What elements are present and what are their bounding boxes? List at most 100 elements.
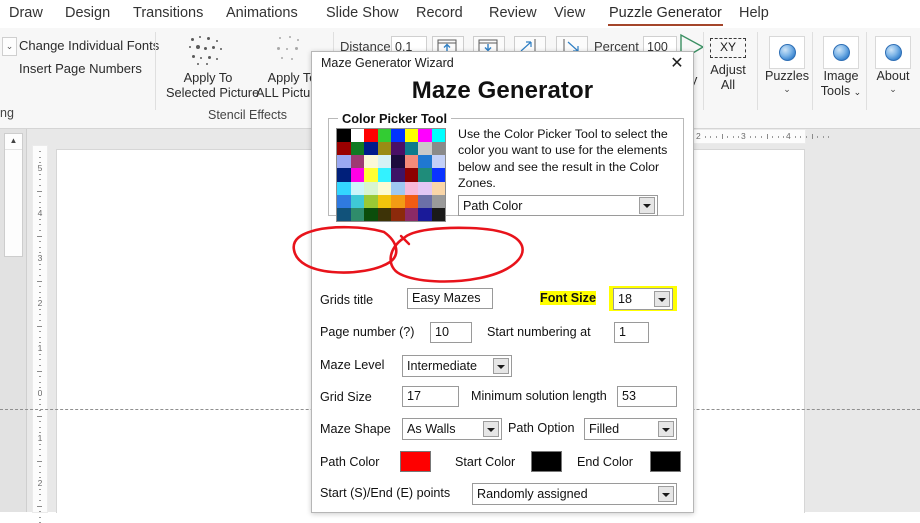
image-tools-button[interactable]: Image Tools ⌄ (812, 36, 870, 100)
color-swatch[interactable] (364, 168, 378, 182)
color-swatch[interactable] (337, 155, 351, 169)
path-option-select[interactable]: Filled (584, 418, 677, 440)
color-swatch[interactable] (377, 155, 391, 169)
color-swatch[interactable] (364, 194, 378, 208)
color-swatch[interactable] (404, 155, 418, 169)
about-button[interactable]: About ⌄ (864, 36, 920, 94)
color-swatch[interactable] (391, 142, 405, 156)
tab-record[interactable]: Record (415, 0, 464, 28)
puzzles-button[interactable]: Puzzles ⌄ (758, 36, 816, 94)
color-swatch[interactable] (391, 155, 405, 169)
color-swatch[interactable] (337, 194, 351, 208)
color-swatch[interactable] (418, 168, 432, 182)
color-swatch[interactable] (377, 194, 391, 208)
path-color-swatch[interactable] (400, 451, 431, 472)
color-swatch[interactable] (431, 207, 445, 221)
thumbnail-scrollbar[interactable]: ▲ (4, 133, 23, 257)
tab-slide-show[interactable]: Slide Show (325, 0, 400, 28)
color-swatch[interactable] (431, 155, 445, 169)
end-color-swatch[interactable] (650, 451, 681, 472)
color-swatch-grid[interactable] (336, 128, 446, 222)
tab-view[interactable]: View (553, 0, 586, 28)
color-swatch[interactable] (418, 129, 432, 143)
color-swatch[interactable] (418, 207, 432, 221)
chevron-down-icon[interactable] (639, 197, 655, 214)
color-swatch[interactable] (404, 168, 418, 182)
maze-shape-select[interactable]: As Walls (402, 418, 502, 440)
color-swatch[interactable] (350, 155, 364, 169)
color-swatch[interactable] (377, 168, 391, 182)
color-swatch[interactable] (404, 129, 418, 143)
color-swatch[interactable] (364, 155, 378, 169)
color-swatch[interactable] (364, 129, 378, 143)
chevron-down-icon[interactable] (654, 291, 670, 307)
start-end-points-select[interactable]: Randomly assigned (472, 483, 677, 505)
grid-size-input[interactable]: 17 (402, 386, 459, 407)
color-zone-select[interactable]: Path Color (458, 195, 658, 216)
color-swatch[interactable] (337, 142, 351, 156)
color-swatch[interactable] (418, 181, 432, 195)
color-swatch[interactable] (350, 181, 364, 195)
color-swatch[interactable] (431, 181, 445, 195)
chevron-down-icon[interactable] (658, 421, 674, 437)
change-individual-fonts-button[interactable]: Change Individual Fonts (19, 38, 159, 53)
grids-title-input[interactable]: Easy Mazes (407, 288, 493, 309)
color-swatch[interactable] (364, 181, 378, 195)
color-swatch[interactable] (377, 129, 391, 143)
color-swatch[interactable] (431, 142, 445, 156)
color-swatch[interactable] (404, 207, 418, 221)
color-swatch[interactable] (350, 129, 364, 143)
tab-animations[interactable]: Animations (225, 0, 299, 28)
color-swatch[interactable] (391, 168, 405, 182)
dialog-titlebar[interactable]: Maze Generator Wizard ✕ (312, 52, 693, 77)
close-icon[interactable]: ✕ (667, 55, 687, 74)
color-swatch[interactable] (418, 155, 432, 169)
image-tools-caret-icon[interactable]: ⌄ (854, 87, 862, 97)
tab-review[interactable]: Review (488, 0, 538, 28)
start-numbering-input[interactable]: 1 (614, 322, 649, 343)
maze-level-select[interactable]: Intermediate (402, 355, 512, 377)
vertical-ruler[interactable]: 5 4 3 2 1 0 1 2 (32, 145, 48, 523)
color-swatch[interactable] (391, 181, 405, 195)
tab-transitions[interactable]: Transitions (132, 0, 204, 28)
min-solution-length-input[interactable]: 53 (617, 386, 677, 407)
color-swatch[interactable] (431, 168, 445, 182)
insert-page-numbers-button[interactable]: Insert Page Numbers (19, 61, 142, 76)
page-number-input[interactable]: 10 (430, 322, 472, 343)
color-swatch[interactable] (391, 207, 405, 221)
chevron-down-icon[interactable] (493, 358, 509, 374)
puzzles-caret-icon[interactable]: ⌄ (758, 84, 816, 94)
color-swatch[interactable] (350, 142, 364, 156)
chevron-down-icon[interactable] (483, 421, 499, 437)
color-swatch[interactable] (350, 207, 364, 221)
about-caret-icon[interactable]: ⌄ (864, 84, 920, 94)
color-swatch[interactable] (377, 142, 391, 156)
color-swatch[interactable] (337, 207, 351, 221)
scroll-up-arrow-icon[interactable]: ▲ (5, 134, 22, 150)
color-swatch[interactable] (418, 142, 432, 156)
color-swatch[interactable] (404, 194, 418, 208)
color-swatch[interactable] (364, 207, 378, 221)
chevron-down-icon[interactable]: ⌄ (2, 37, 17, 56)
color-swatch[interactable] (404, 181, 418, 195)
tab-draw[interactable]: Draw (8, 0, 44, 28)
tab-design[interactable]: Design (64, 0, 111, 28)
color-swatch[interactable] (404, 142, 418, 156)
color-swatch[interactable] (377, 207, 391, 221)
color-swatch[interactable] (431, 129, 445, 143)
color-swatch[interactable] (337, 168, 351, 182)
color-swatch[interactable] (391, 194, 405, 208)
color-swatch[interactable] (337, 129, 351, 143)
color-swatch[interactable] (391, 129, 405, 143)
apply-to-selected-picture-button[interactable]: Apply To Selected Picture (166, 34, 259, 100)
chevron-down-icon[interactable] (658, 486, 674, 502)
tab-puzzle-generator[interactable]: Puzzle Generator (608, 0, 723, 28)
maze-generator-wizard-dialog[interactable]: Maze Generator Wizard ✕ Maze Generator C… (311, 51, 694, 513)
horizontal-ruler[interactable]: 2 3 4 (684, 129, 830, 144)
color-swatch[interactable] (364, 142, 378, 156)
color-swatch[interactable] (418, 194, 432, 208)
color-swatch[interactable] (377, 181, 391, 195)
color-swatch[interactable] (337, 181, 351, 195)
tab-help[interactable]: Help (738, 0, 770, 28)
color-swatch[interactable] (350, 168, 364, 182)
